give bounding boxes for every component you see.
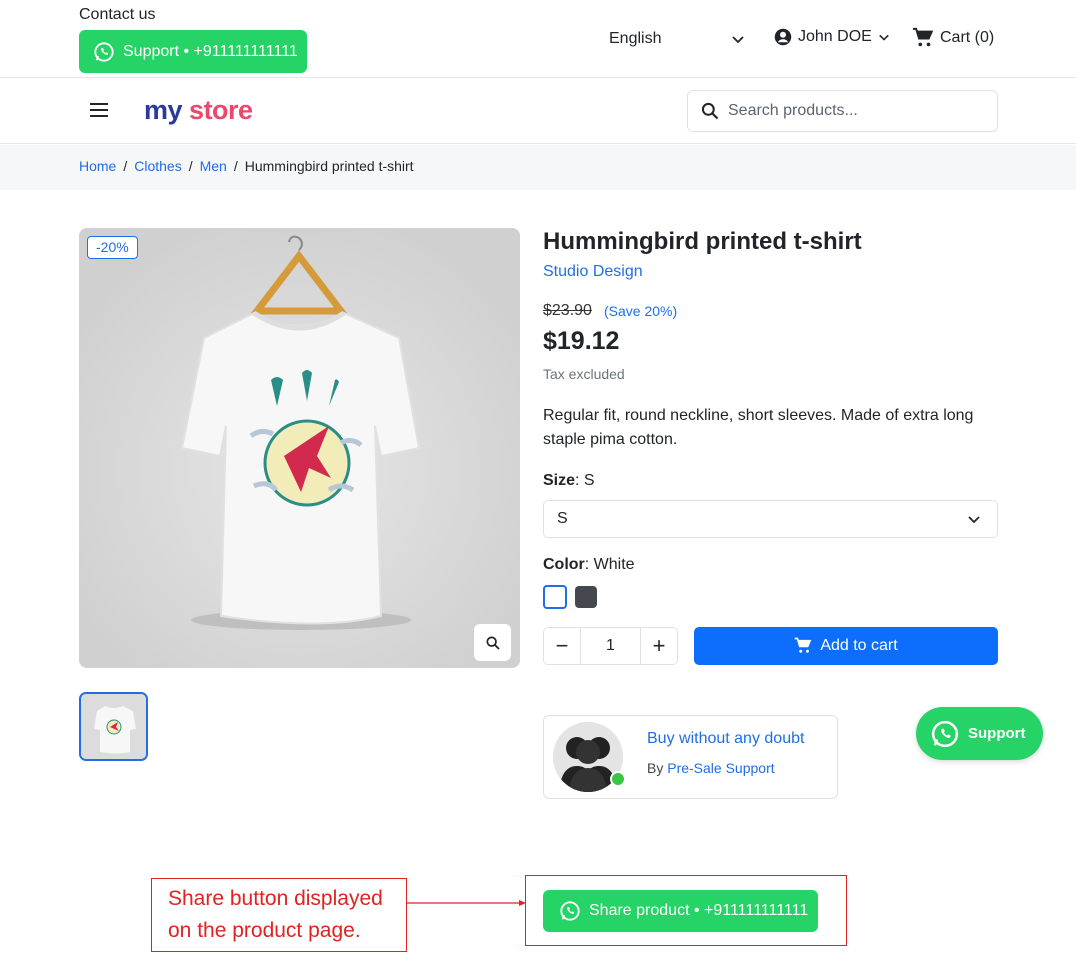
discount-badge: -20% bbox=[87, 236, 138, 259]
breadcrumb-separator: / bbox=[123, 158, 128, 174]
store-logo[interactable]: my store bbox=[144, 95, 253, 126]
floating-support-label: Support bbox=[968, 725, 1026, 742]
whatsapp-icon bbox=[560, 901, 580, 921]
search-icon bbox=[701, 102, 719, 120]
search-input[interactable]: Search products... bbox=[687, 90, 998, 132]
whatsapp-support-button[interactable]: Support • +911111111111 bbox=[79, 30, 307, 73]
add-to-cart-button[interactable]: Add to cart bbox=[694, 627, 998, 665]
product-image[interactable] bbox=[79, 228, 520, 668]
color-swatch-white[interactable] bbox=[543, 585, 567, 609]
product-description: Regular fit, round neckline, short sleev… bbox=[543, 407, 974, 448]
size-select-value: S bbox=[557, 510, 568, 527]
breadcrumb-separator: / bbox=[233, 158, 238, 174]
increase-quantity-button[interactable]: + bbox=[641, 633, 677, 659]
chevron-down-icon bbox=[968, 516, 980, 524]
language-value: English bbox=[609, 30, 662, 47]
cart-label: Cart (0) bbox=[940, 29, 995, 46]
size-label: Size: S bbox=[543, 472, 595, 489]
presale-support-link[interactable]: Pre-Sale Support bbox=[667, 760, 774, 776]
share-product-label: Share product • +911111111111 bbox=[589, 902, 809, 919]
share-product-button[interactable]: Share product • +911111111111 bbox=[543, 890, 818, 932]
cart-link[interactable]: Cart (0) bbox=[912, 27, 994, 49]
current-price: $19.12 bbox=[543, 327, 620, 355]
zoom-button[interactable] bbox=[474, 624, 511, 661]
support-card-title[interactable]: Buy without any doubt bbox=[647, 730, 804, 748]
add-to-cart-label: Add to cart bbox=[820, 637, 898, 654]
quantity-input[interactable]: 1 bbox=[580, 628, 641, 664]
search-placeholder: Search products... bbox=[728, 102, 858, 119]
product-thumbnail[interactable] bbox=[79, 692, 148, 761]
online-status-dot bbox=[610, 771, 626, 787]
user-menu[interactable]: John DOE bbox=[774, 28, 890, 46]
shopping-cart-icon bbox=[795, 637, 812, 653]
shopping-cart-icon bbox=[912, 27, 934, 47]
breadcrumb: Home / Clothes / Men / Hummingbird print… bbox=[79, 158, 414, 174]
breadcrumb-clothes[interactable]: Clothes bbox=[134, 158, 181, 174]
breadcrumb-home[interactable]: Home bbox=[79, 158, 116, 174]
whatsapp-support-label: Support • +911111111111 bbox=[123, 42, 298, 60]
size-label-value: S bbox=[583, 472, 595, 489]
zoom-icon bbox=[485, 635, 500, 650]
tax-label: Tax excluded bbox=[543, 366, 625, 382]
whatsapp-icon bbox=[931, 720, 959, 747]
breadcrumb-men[interactable]: Men bbox=[200, 158, 227, 174]
support-card-by-prefix: By bbox=[647, 760, 664, 776]
product-title: Hummingbird printed t-shirt bbox=[543, 228, 862, 255]
color-label-text: Color bbox=[543, 556, 585, 573]
account-circle-icon bbox=[774, 28, 792, 46]
size-label-text: Size bbox=[543, 472, 576, 489]
color-swatch-dark[interactable] bbox=[575, 586, 597, 608]
breadcrumb-separator: / bbox=[188, 158, 193, 174]
decrease-quantity-button[interactable]: − bbox=[544, 633, 580, 659]
quantity-stepper: − 1 + bbox=[543, 627, 678, 665]
breadcrumb-current: Hummingbird printed t-shirt bbox=[244, 158, 414, 174]
annotation-line-2: on the product page. bbox=[168, 919, 361, 942]
logo-my: my bbox=[144, 95, 183, 125]
chevron-down-icon bbox=[732, 36, 744, 44]
support-card-by: By Pre-Sale Support bbox=[647, 760, 775, 776]
product-brand-link[interactable]: Studio Design bbox=[543, 263, 643, 281]
annotation-line-1: Share button displayed bbox=[168, 887, 383, 910]
annotation-callout: Share button displayed on the product pa… bbox=[151, 878, 407, 952]
regular-price: $23.90 bbox=[543, 302, 592, 319]
floating-support-button[interactable]: Support bbox=[916, 707, 1043, 760]
language-select[interactable]: English bbox=[609, 29, 745, 49]
discount-label: (Save 20%) bbox=[604, 303, 678, 319]
user-name: John DOE bbox=[798, 28, 872, 45]
color-label: Color: White bbox=[543, 556, 635, 573]
menu-icon[interactable] bbox=[90, 103, 110, 119]
annotation-arrow bbox=[407, 900, 526, 906]
whatsapp-icon bbox=[94, 41, 114, 62]
color-label-value: White bbox=[593, 556, 635, 573]
chevron-down-icon bbox=[878, 34, 889, 41]
contact-us-link[interactable]: Contact us bbox=[79, 6, 155, 24]
size-select[interactable]: S bbox=[543, 500, 998, 538]
logo-store: store bbox=[189, 95, 253, 125]
